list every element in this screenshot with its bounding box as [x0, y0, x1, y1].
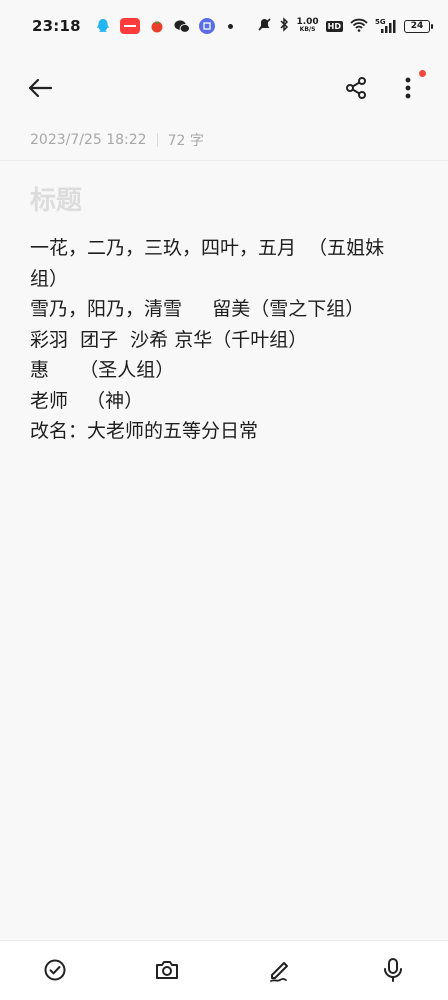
- bluetooth-icon: [279, 16, 289, 36]
- net-speed-value: 1.00: [296, 17, 319, 27]
- note-line: 一花，二乃，三玖，四叶，五月 （五姐妹: [30, 237, 385, 259]
- meta-separator: [156, 133, 158, 147]
- net-speed-unit: KB/S: [299, 26, 316, 33]
- notification-icons: [95, 18, 233, 34]
- note-meta: 2023/7/25 18:22 72 字: [30, 130, 204, 150]
- title-input[interactable]: 标题: [30, 180, 82, 217]
- note-line: 雪乃，阳乃，清雪 留美（雪之下组）: [30, 298, 365, 320]
- checklist-button[interactable]: [40, 955, 70, 985]
- pen-icon: [270, 962, 288, 982]
- battery-indicator: 24: [404, 19, 433, 33]
- note-body-editor[interactable]: 一花，二乃，三玖，四叶，五月 （五姐妹 组） 雪乃，阳乃，清雪 留美（雪之下组）…: [30, 233, 420, 447]
- note-line: 惠 （圣人组）: [30, 359, 175, 381]
- share-button[interactable]: [340, 72, 372, 104]
- handwriting-button[interactable]: [265, 955, 295, 985]
- more-options-button[interactable]: [392, 72, 424, 104]
- back-button[interactable]: [24, 72, 56, 104]
- status-time: 23:18: [32, 17, 81, 35]
- note-toolbar: [0, 64, 448, 112]
- wifi-icon: [350, 17, 368, 36]
- system-icons: 1.00 KB/S HD 5G 24: [257, 16, 433, 36]
- qq-icon: [95, 18, 111, 34]
- more-notifications-dot: [227, 23, 233, 29]
- tomato-app-icon: [149, 18, 165, 34]
- network-speed: 1.00 KB/S: [296, 18, 318, 34]
- arrow-left-icon: [28, 78, 53, 98]
- taobao-icon: [119, 18, 140, 34]
- note-line: 彩羽 团子 沙希 京华（千叶组）: [30, 328, 308, 351]
- wechat-icon: [174, 18, 190, 34]
- signal-icon: 5G: [375, 18, 397, 34]
- more-vertical-icon: [405, 77, 411, 99]
- app-icon: [198, 18, 215, 34]
- note-line: 老师 （神）: [30, 389, 144, 412]
- bottom-toolbar: [0, 940, 448, 1000]
- char-count: 72 字: [167, 133, 204, 149]
- camera-button[interactable]: [152, 955, 182, 985]
- status-bar: 23:18 1.00 KB/S HD 5G 24: [0, 0, 448, 52]
- camera-icon: [156, 961, 178, 979]
- share-icon: [346, 77, 366, 99]
- microphone-icon: [384, 958, 402, 982]
- notification-badge: [419, 70, 426, 77]
- mute-icon: [257, 17, 272, 36]
- note-date: 2023/7/25 18:22: [30, 132, 147, 148]
- checklist-icon: [44, 959, 66, 981]
- hd-badge: HD: [325, 20, 343, 32]
- note-line: 组）: [30, 267, 69, 290]
- voice-button[interactable]: [378, 955, 408, 985]
- divider: [0, 160, 448, 161]
- note-line: 改名：大老师的五等分日常: [30, 420, 259, 442]
